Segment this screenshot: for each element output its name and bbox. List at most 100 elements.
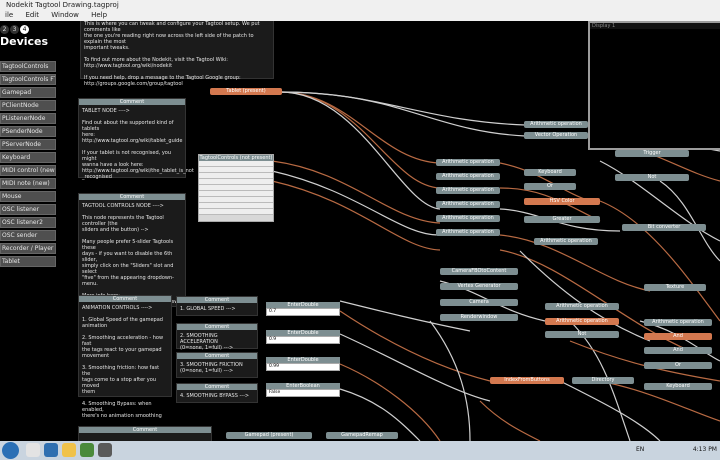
- menu-help[interactable]: Help: [86, 10, 112, 21]
- enter-double-acceleration[interactable]: EnterDouble 0.9: [266, 330, 340, 344]
- comment-text: 4. SMOOTHING BYPASS --->: [180, 393, 250, 399]
- animation-comment[interactable]: Comment ANIMATION CONTROLS ----> 1. Glob…: [78, 295, 172, 419]
- device-item[interactable]: Keyboard: [0, 152, 56, 163]
- device-item[interactable]: Mouse: [0, 191, 56, 202]
- speed-comment[interactable]: Comment 1. GLOBAL SPEED --->: [176, 296, 258, 316]
- vertex-generator-node[interactable]: Vertex Generator: [440, 283, 518, 290]
- arithmetic-node[interactable]: Arithmetic operation: [534, 238, 598, 245]
- trigger-node[interactable]: Trigger: [615, 150, 689, 157]
- arithmetic-node[interactable]: Arithmetic operation: [545, 303, 619, 310]
- start-button[interactable]: [2, 442, 19, 459]
- language-indicator[interactable]: EN: [636, 446, 644, 453]
- devices-title: Devices: [0, 35, 49, 48]
- slider-row[interactable]: [199, 209, 273, 215]
- friction-comment[interactable]: Comment 3. SMOOTHING FRICTION (0=none, 1…: [176, 352, 258, 378]
- controls-comment[interactable]: Comment TAGTOOL CONTROLS NODE ----> This…: [78, 193, 196, 311]
- gamepad-node[interactable]: Gamepad (present): [226, 432, 312, 439]
- value-field[interactable]: 0.99: [266, 363, 340, 371]
- value-field[interactable]: 0.7: [266, 308, 340, 316]
- arithmetic-node[interactable]: Arithmetic operation: [436, 173, 500, 180]
- device-item[interactable]: PListenerNode: [0, 113, 56, 124]
- comment-text: This is where you can tweak and configur…: [84, 21, 260, 87]
- menu-file[interactable]: ile: [0, 10, 18, 21]
- device-item[interactable]: OSC sender: [0, 230, 56, 241]
- renderwindow-node[interactable]: Renderwindow: [440, 314, 518, 321]
- enter-double-friction[interactable]: EnterDouble 0.99: [266, 357, 340, 371]
- node-title: TagtoolControls (not present): [199, 155, 273, 161]
- page-button-3[interactable]: 3: [10, 25, 19, 34]
- keyboard-node[interactable]: Keyboard: [644, 383, 712, 390]
- page-selector: 2 3 4: [0, 25, 29, 34]
- device-item[interactable]: MIDI note (new): [0, 178, 56, 189]
- device-item[interactable]: TagtoolControls: [0, 61, 56, 72]
- bit-converter-node[interactable]: Bit converter: [622, 224, 706, 231]
- arithmetic-node[interactable]: Arithmetic operation: [644, 319, 712, 326]
- folder-icon[interactable]: [62, 443, 76, 457]
- not-node[interactable]: Not: [545, 331, 619, 338]
- or-node[interactable]: Or: [644, 362, 712, 369]
- menu-window[interactable]: Window: [46, 10, 84, 21]
- value-field[interactable]: 0.9: [266, 336, 340, 344]
- menu-edit[interactable]: Edit: [20, 10, 44, 21]
- page-button-4[interactable]: 4: [20, 25, 29, 34]
- explorer-icon[interactable]: [26, 443, 40, 457]
- tablet-comment[interactable]: Comment TABLET NODE ----> Find out about…: [78, 98, 194, 180]
- preview-title: Display 1: [590, 23, 720, 29]
- device-item[interactable]: TagtoolControls FTDI: [0, 74, 56, 85]
- directory-node[interactable]: Directory: [572, 377, 634, 384]
- enter-double-speed[interactable]: EnterDouble 0.7: [266, 302, 340, 316]
- arithmetic-node[interactable]: Arithmetic operation: [436, 215, 500, 222]
- and-node[interactable]: And: [644, 347, 712, 354]
- comment-text: ANIMATION CONTROLS ----> 1. Global Speed…: [82, 305, 164, 419]
- arithmetic-node[interactable]: Arithmetic operation: [524, 121, 588, 128]
- intro-comment[interactable]: This is where you can tweak and configur…: [80, 21, 274, 87]
- not-node[interactable]: Not: [615, 174, 689, 181]
- arithmetic-node[interactable]: Arithmetic operation: [436, 187, 500, 194]
- browser-icon[interactable]: [44, 443, 58, 457]
- enter-boolean-bypass[interactable]: EnterBoolean False: [266, 383, 340, 397]
- gamepad-remap-node[interactable]: GamepadRemap: [326, 432, 398, 439]
- comment-text: 1. GLOBAL SPEED --->: [180, 306, 236, 312]
- comment-text: TABLET NODE ----> Find out about the sup…: [82, 108, 194, 180]
- arithmetic-node[interactable]: Arithmetic operation: [436, 229, 500, 236]
- device-list: TagtoolControls TagtoolControls FTDI Gam…: [0, 61, 56, 269]
- tagtoolcontrols-node[interactable]: TagtoolControls (not present): [198, 154, 274, 222]
- device-item[interactable]: PServerNode: [0, 139, 56, 150]
- and-node[interactable]: And: [644, 333, 712, 340]
- keyboard-node[interactable]: Keyboard: [524, 169, 576, 176]
- device-item[interactable]: PClientNode: [0, 100, 56, 111]
- index-from-buttons-node[interactable]: IndexFromButtons: [490, 377, 564, 384]
- media-icon[interactable]: [80, 443, 94, 457]
- device-item[interactable]: Recorder / Player: [0, 243, 56, 254]
- bottom-comment[interactable]: Comment: [78, 426, 212, 441]
- arithmetic-node[interactable]: Arithmetic operation: [545, 318, 619, 325]
- device-item[interactable]: OSC listener2: [0, 217, 56, 228]
- app-icon[interactable]: [98, 443, 112, 457]
- comment-header: Comment: [79, 427, 211, 433]
- tablet-node[interactable]: Tablet (present): [210, 88, 282, 95]
- arithmetic-node[interactable]: Arithmetic operation: [436, 201, 500, 208]
- comment-text: 2. SMOOTHING ACCELERATION (0=none, 1=ful…: [180, 333, 234, 351]
- clock[interactable]: 4:13 PM: [693, 446, 717, 453]
- camera-fbo-node[interactable]: CameraFBOtoContent: [440, 268, 518, 275]
- bypass-comment[interactable]: Comment 4. SMOOTHING BYPASS --->: [176, 383, 258, 403]
- acceleration-comment[interactable]: Comment 2. SMOOTHING ACCELERATION (0=non…: [176, 323, 258, 351]
- window-title: Nodekit Tagtool Drawing.tagproj: [6, 1, 119, 9]
- hsv-color-node[interactable]: HSV Color: [524, 198, 600, 205]
- vector-operation-node[interactable]: Vector Operation: [524, 132, 588, 139]
- device-item[interactable]: PSenderNode: [0, 126, 56, 137]
- arithmetic-node[interactable]: Arithmetic operation: [436, 159, 500, 166]
- device-item[interactable]: OSC listener: [0, 204, 56, 215]
- taskbar: EN 4:13 PM: [0, 441, 720, 460]
- device-item[interactable]: Gamepad: [0, 87, 56, 98]
- patch-canvas[interactable]: 2 3 4 Devices TagtoolControls TagtoolCon…: [0, 21, 720, 441]
- or-node[interactable]: Or: [524, 183, 576, 190]
- greater-node[interactable]: Greater: [524, 216, 600, 223]
- camera-node[interactable]: Camera: [440, 299, 518, 306]
- page-button-2[interactable]: 2: [0, 25, 9, 34]
- preview-window[interactable]: Display 1: [588, 21, 720, 150]
- value-field[interactable]: False: [266, 389, 340, 397]
- device-item[interactable]: Tablet: [0, 256, 56, 267]
- texture-node[interactable]: Texture: [644, 284, 706, 291]
- device-item[interactable]: MIDI control (new): [0, 165, 56, 176]
